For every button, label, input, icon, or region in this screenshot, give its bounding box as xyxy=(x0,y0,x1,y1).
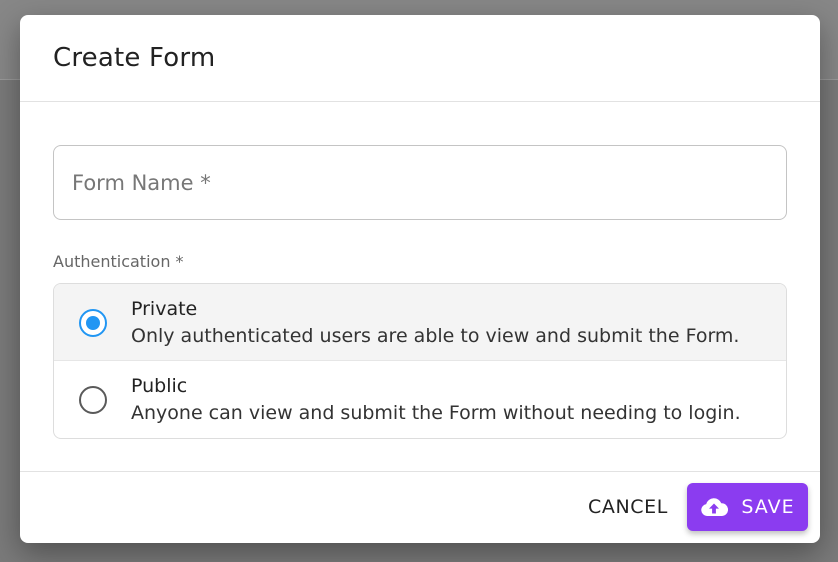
dialog-title: Create Form xyxy=(53,43,216,73)
option-title-public: Public xyxy=(131,375,188,397)
dialog-body: Form Name * Authentication * Private Onl… xyxy=(20,102,820,472)
radio-option-private[interactable]: Private Only authenticated users are abl… xyxy=(54,284,786,361)
radio-option-public[interactable]: Public Anyone can view and submit the Fo… xyxy=(54,361,786,438)
form-name-field[interactable]: Form Name * xyxy=(53,145,787,220)
create-form-dialog: Create Form Form Name * Authentication *… xyxy=(20,15,820,543)
radio-button-private[interactable] xyxy=(79,309,107,337)
option-description-private: Only authenticated users are able to vie… xyxy=(131,325,740,347)
cancel-button[interactable]: CANCEL xyxy=(576,485,680,529)
radio-button-public[interactable] xyxy=(79,386,107,414)
authentication-label: Authentication * xyxy=(53,252,184,271)
option-title-private: Private xyxy=(131,298,198,320)
dialog-header: Create Form xyxy=(20,15,820,102)
save-button[interactable]: SAVE xyxy=(687,483,808,531)
radio-selected-dot xyxy=(85,315,100,330)
form-name-placeholder: Form Name * xyxy=(72,170,211,195)
authentication-radio-group: Private Only authenticated users are abl… xyxy=(53,283,787,439)
dialog-footer: CANCEL SAVE xyxy=(20,472,820,542)
save-label: SAVE xyxy=(741,496,795,518)
option-description-public: Anyone can view and submit the Form with… xyxy=(131,402,741,424)
cloud-upload-icon xyxy=(700,497,729,517)
